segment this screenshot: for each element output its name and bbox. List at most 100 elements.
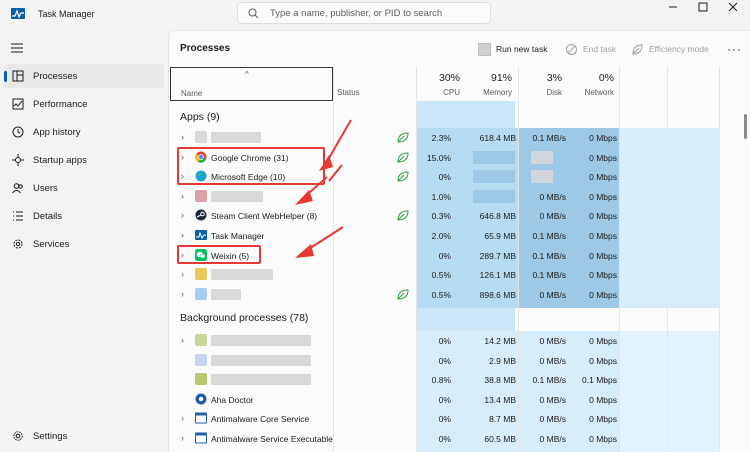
redacted-name [211, 132, 261, 143]
table-row[interactable]: › 1.0% 0 MB/s 0 Mbps [169, 187, 750, 206]
sidebar-item-settings[interactable]: Settings [4, 424, 164, 448]
table-row[interactable]: › 0.5% 126.1 MB 0.1 MB/s 0 Mbps [169, 265, 750, 284]
expand-chevron-icon[interactable]: › [181, 152, 188, 162]
memory-value: 618.4 MB [479, 133, 516, 143]
expand-chevron-icon[interactable]: › [181, 231, 188, 240]
status-column-header[interactable]: Status [337, 88, 360, 97]
table-row[interactable]: › Task Manager 2.0% 65.9 MB 0.1 MB/s 0 Mbps [169, 226, 750, 245]
disk-value: 0 MB/s [539, 355, 566, 366]
memory-value: 289.7 MB [479, 250, 516, 261]
table-row[interactable]: › Antimalware Core Service 0% 8.7 MB 0 MB/s 0… [169, 409, 750, 428]
table-row[interactable]: › 2.3% 618.4 MB 0.1 MB/s 0 Mbps [169, 128, 750, 147]
expand-chevron-icon[interactable]: › [181, 270, 188, 279]
expand-chevron-icon[interactable]: › [181, 191, 188, 201]
services-icon [13, 239, 23, 249]
memory-column-header[interactable]: 91% Memory [466, 67, 518, 100]
sidebar-item-performance[interactable]: Performance [4, 92, 164, 116]
memory-header-label: Memory [483, 88, 512, 97]
sidebar-item-label: Startup apps [33, 155, 87, 166]
expand-chevron-icon[interactable]: › [181, 133, 188, 142]
expand-chevron-icon[interactable]: › [181, 414, 188, 423]
expand-chevron-icon[interactable]: › [181, 336, 188, 345]
table-row[interactable]: 0.8% 38.8 MB 0.1 MB/s 0.1 Mbps [169, 370, 750, 389]
minimize-button[interactable] [658, 0, 688, 14]
sidebar-item-users[interactable]: Users [4, 176, 164, 200]
more-icon: ··· [727, 42, 742, 56]
table-row[interactable]: › 0.5% 898.6 MB 0 MB/s 0 Mbps [169, 285, 750, 304]
redacted-disk [531, 150, 553, 164]
memory-value: 8.7 MB [489, 414, 516, 425]
aha-doctor-icon [195, 393, 207, 405]
search-input[interactable] [270, 6, 480, 20]
sidebar-item-label: Settings [33, 431, 68, 442]
users-icon [12, 183, 23, 194]
startup-apps-icon [12, 154, 24, 166]
network-value: 0 Mbps [589, 355, 617, 366]
table-row[interactable]: › Antimalware Service Executable 0% 60.5 MB… [169, 429, 750, 448]
efficiency-mode-button[interactable]: Efficiency mode [631, 41, 709, 57]
sidebar-item-processes[interactable]: Processes [4, 64, 164, 88]
section-header-apps: Apps (9) [180, 111, 220, 123]
hamburger-menu-icon[interactable] [10, 42, 24, 54]
cpu-value: 0.3% [431, 211, 451, 222]
cpu-column-header[interactable]: 30% CPU [416, 67, 466, 100]
expand-chevron-icon[interactable]: › [181, 172, 188, 181]
app-icon [195, 131, 207, 143]
more-options-button[interactable]: ··· [727, 41, 742, 57]
table-row[interactable]: › 0% 14.2 MB 0 MB/s 0 Mbps [169, 331, 750, 350]
network-value: 0 Mbps [589, 270, 617, 281]
network-column-header[interactable]: 0% Network [568, 67, 620, 100]
disk-value: 0 MB/s [539, 289, 566, 300]
run-new-task-button[interactable]: Run new task [478, 41, 548, 57]
disk-value: 0.1 MB/s [532, 231, 566, 241]
redacted-name [211, 354, 311, 366]
sidebar-item-services[interactable]: Services [4, 232, 164, 256]
expand-chevron-icon[interactable]: › [181, 289, 188, 299]
cpu-value: 0% [438, 355, 451, 366]
sidebar-item-startup-apps[interactable]: Startup apps [4, 148, 164, 172]
table-row[interactable]: 0% 2.9 MB 0 MB/s 0 Mbps [169, 351, 750, 370]
search-icon [248, 8, 259, 19]
table-row[interactable]: › Steam Client WebHelper (8) 0.3% 646.8 MB 0… [169, 206, 750, 225]
disk-value: 0.1 MB/s [532, 133, 566, 143]
close-icon [728, 2, 738, 12]
window-title: Task Manager [38, 9, 95, 19]
close-button[interactable] [718, 0, 748, 14]
maximize-button[interactable] [688, 0, 718, 14]
sidebar-item-app-history[interactable]: App history [4, 120, 164, 144]
expand-chevron-icon[interactable]: › [181, 434, 188, 443]
network-header-label: Network [584, 88, 614, 97]
table-row[interactable]: › Weixin (5) 0% 289.7 MB 0.1 MB/s 0 Mbps [169, 246, 750, 265]
cpu-value: 15.0% [426, 152, 451, 163]
page-title: Processes [180, 43, 231, 54]
cpu-value: 2.0% [431, 231, 451, 241]
end-task-button[interactable]: End task [565, 41, 616, 57]
table-row[interactable]: › Google Chrome (31) 15.0% 0 Mbps [169, 148, 750, 167]
steam-icon [195, 209, 207, 221]
memory-value: 13.4 MB [484, 394, 516, 405]
name-column-header[interactable]: ^ Name [170, 67, 333, 101]
network-value: 0 Mbps [589, 191, 617, 202]
defender-icon [195, 412, 207, 424]
memory-value: 38.8 MB [484, 375, 516, 386]
expand-chevron-icon[interactable]: › [181, 211, 188, 220]
redacted-memory [473, 189, 515, 203]
process-name: Antimalware Service Executable [211, 434, 333, 444]
table-row[interactable]: Aha Doctor 0% 13.4 MB 0 MB/s 0 Mbps [169, 390, 750, 409]
expand-chevron-icon[interactable]: › [181, 250, 188, 260]
disk-column-header[interactable]: 3% Disk [518, 67, 568, 100]
title-bar: Task Manager [0, 0, 750, 30]
sidebar-item-details[interactable]: Details [4, 204, 164, 228]
app-icon [195, 287, 207, 300]
search-box[interactable] [237, 2, 491, 24]
efficiency-leaf-icon [397, 210, 409, 221]
redacted-name [211, 269, 273, 281]
app-history-icon [12, 126, 24, 138]
redacted-name [211, 190, 263, 202]
efficiency-mode-label: Efficiency mode [649, 44, 709, 54]
process-name: Weixin (5) [211, 250, 250, 261]
cpu-value: 2.3% [431, 133, 451, 143]
table-row[interactable]: › Microsoft Edge (10) 0% 0 Mbps [169, 167, 750, 186]
weixin-icon [195, 248, 207, 261]
redacted-name [211, 335, 311, 346]
